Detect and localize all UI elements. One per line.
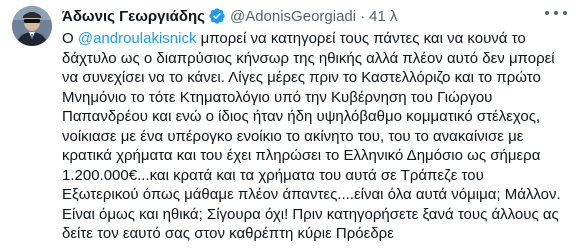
display-name[interactable]: Άδωνις Γεωργιάδης	[62, 8, 205, 25]
more-dot	[563, 11, 567, 15]
tweet-text-line: δείτε τον εαυτό σας στον καθρέπτη κύριε …	[62, 225, 394, 242]
mention-link[interactable]: @androulakisnick	[78, 30, 197, 47]
tweet-text-line: νοίκιασε με ένα υπέρογκο ενοίκιο το ακίν…	[62, 127, 524, 145]
separator-dot: ·	[360, 7, 366, 25]
more-dot	[554, 11, 558, 15]
verified-badge-icon[interactable]	[208, 7, 226, 25]
user-handle[interactable]: @AdonisGeorgiadi	[230, 8, 356, 25]
tweet-text-fragment: μπορεί να κατηγορεί τους πάντες και να κ…	[196, 30, 526, 47]
tweet-content: Άδωνις Γεωργιάδης @AdonisGeorgiadi · 41 …	[62, 3, 571, 244]
tweet-text-line: Ο @androulakisnick μπορεί να κατηγορεί τ…	[62, 29, 571, 49]
tweet-text-line: Μνημόνιο το τότε Κτηματολόγιο υπό την Κυ…	[62, 88, 493, 106]
tweet-timestamp[interactable]: 41 λ	[369, 8, 397, 25]
tweet-text-line: Εξωτερικού όπως μάθαμε πλέον άπαντες....…	[62, 186, 561, 203]
tweet-text-line: 1.200.000€...και κρατά και τα χρήματα το…	[62, 166, 484, 184]
tweet-text-line: Παπανδρέου και ενώ ο ίδιος ήταν ήδη υψηλ…	[62, 108, 541, 125]
tweet-text-fragment: Ο	[62, 30, 78, 47]
tweet[interactable]: Άδωνις Γεωργιάδης @AdonisGeorgiadi · 41 …	[0, 0, 579, 248]
tweet-text-line: δάχτυλο ως ο διαπρύσιος κήνσωρ της ηθική…	[62, 49, 555, 67]
tweet-text-line: να συνεχίσει να το κάνει. Λίγες μέρες πρ…	[62, 69, 541, 86]
avatar[interactable]	[12, 6, 52, 46]
tweet-text: Ο @androulakisnick μπορεί να κατηγορεί τ…	[62, 29, 571, 244]
tweet-header: Άδωνις Γεωργιάδης @AdonisGeorgiadi · 41 …	[62, 3, 571, 29]
more-options-icon[interactable]	[545, 6, 567, 20]
more-dot	[545, 11, 549, 15]
tweet-text-line: κρατικά χρήματα και του έχει πληρώσει το…	[62, 147, 541, 164]
avatar-portrait-icon	[12, 6, 52, 46]
tweet-text-line: Είναι όμως και ηθικά; Σίγουρα όχι! Πριν …	[62, 205, 559, 223]
